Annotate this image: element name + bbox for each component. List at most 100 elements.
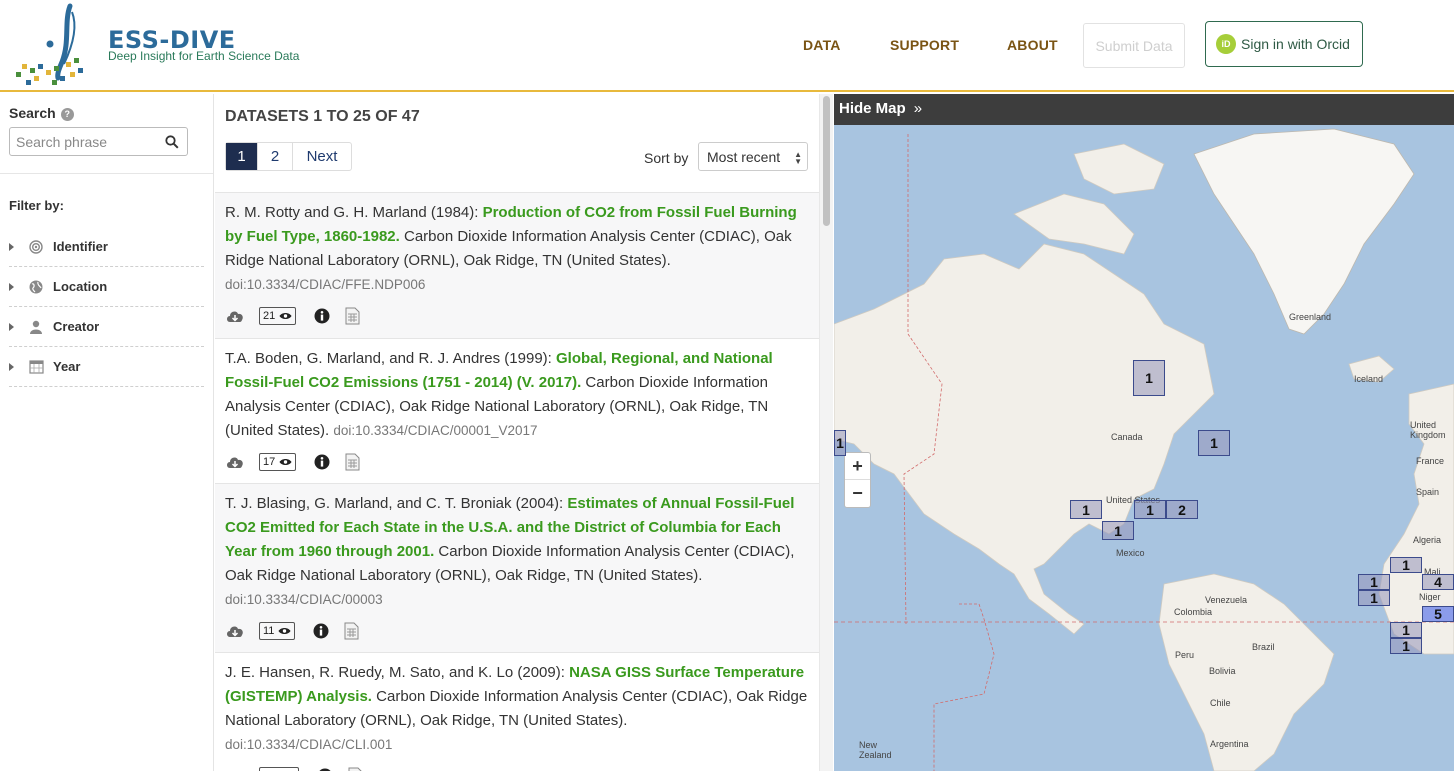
pagination: 1 2 Next xyxy=(225,142,352,171)
search-input[interactable] xyxy=(10,129,160,154)
filter-by-label: Filter by: xyxy=(9,198,64,213)
info-icon[interactable] xyxy=(314,454,330,470)
views-counter: 21 xyxy=(259,307,297,325)
metadata-document-icon[interactable] xyxy=(345,453,360,471)
map-cluster-marker[interactable]: 1 xyxy=(1358,590,1390,606)
sign-in-orcid-button[interactable]: iD Sign in with Orcid xyxy=(1205,21,1363,67)
metadata-document-icon[interactable] xyxy=(345,307,360,325)
map-panel[interactable]: Hide Map » + − Greenland Iceland Canada U… xyxy=(834,94,1454,771)
sort-value: Most recent xyxy=(707,148,781,165)
views-counter: 11 xyxy=(259,622,296,640)
nav-data-link[interactable]: DATA xyxy=(803,37,841,53)
logo-mark-icon xyxy=(16,3,83,85)
map-cluster-marker[interactable]: 1 xyxy=(834,430,846,456)
citation: R. M. Rotty and G. H. Marland (1984): Pr… xyxy=(225,201,809,297)
citation: J. E. Hansen, R. Ruedy, M. Sato, and K. … xyxy=(225,661,809,757)
cloud-download-icon[interactable] xyxy=(225,454,245,470)
map-cluster-marker[interactable]: 1 xyxy=(1133,360,1165,396)
caret-right-icon xyxy=(9,282,14,291)
sort-select[interactable]: Most recent ▲ ▼ xyxy=(698,142,808,171)
map-label-new-zealand: New Zealand xyxy=(859,740,892,760)
map-cluster-marker[interactable]: 2 xyxy=(1166,500,1198,519)
page-1-button[interactable]: 1 xyxy=(226,143,258,170)
filter-year[interactable]: Year xyxy=(9,347,204,387)
doi: doi:10.3334/CDIAC/CLI.001 xyxy=(225,737,393,752)
help-icon[interactable]: ? xyxy=(60,108,74,121)
doi: doi:10.3334/CDIAC/FFE.NDP006 xyxy=(225,277,426,292)
calendar-icon xyxy=(28,359,44,375)
nav-about-link[interactable]: ABOUT xyxy=(1007,37,1058,53)
map-label-mexico: Mexico xyxy=(1116,548,1145,558)
map-label-spain: Spain xyxy=(1416,487,1440,497)
search-icon[interactable] xyxy=(160,130,184,154)
eye-icon xyxy=(279,459,292,465)
dataset-record: J. E. Hansen, R. Ruedy, M. Sato, and K. … xyxy=(215,652,819,771)
map-label-argentina: Argentina xyxy=(1210,739,1249,749)
map-label-colombia: Colombia xyxy=(1174,607,1213,617)
doi: doi:10.3334/CDIAC/00003 xyxy=(225,592,383,607)
map-cluster-marker[interactable]: 1 xyxy=(1390,622,1422,638)
citation-authors: J. E. Hansen, R. Ruedy, M. Sato, and K. … xyxy=(225,664,570,681)
map-cluster-marker[interactable]: 1 xyxy=(1070,500,1102,519)
sort-arrows-icon: ▲ ▼ xyxy=(794,150,802,166)
hide-map-label: Hide Map xyxy=(839,100,906,117)
submit-data-button[interactable]: Submit Data xyxy=(1083,23,1185,68)
sort-label: Sort by xyxy=(644,150,689,166)
nav-support-link[interactable]: SUPPORT xyxy=(890,37,959,53)
map-label-niger: Niger xyxy=(1419,592,1441,602)
map-label-united-kingdom: United Kingdom xyxy=(1410,420,1446,440)
results-scrollbar[interactable] xyxy=(819,94,833,771)
map-cluster-marker[interactable]: 4 xyxy=(1422,574,1454,590)
filter-identifier[interactable]: Identifier xyxy=(9,227,204,267)
zoom-out-button[interactable]: − xyxy=(845,480,870,507)
filter-sidebar: Search? Filter by: Identifier Location C… xyxy=(0,94,214,771)
info-icon[interactable] xyxy=(313,623,329,639)
metadata-document-icon[interactable] xyxy=(348,767,363,771)
info-icon[interactable] xyxy=(314,308,330,324)
map-cluster-marker[interactable]: 1 xyxy=(1390,557,1422,573)
map-label-chile: Chile xyxy=(1210,698,1231,708)
map-cluster-marker[interactable]: 1 xyxy=(1102,521,1134,540)
cloud-download-icon[interactable] xyxy=(225,308,245,324)
map-label-algeria: Algeria xyxy=(1413,535,1442,545)
caret-right-icon xyxy=(9,322,14,331)
user-icon xyxy=(28,319,44,335)
hide-map-toggle[interactable]: Hide Map » xyxy=(834,94,1454,125)
map-cluster-marker[interactable]: 1 xyxy=(1390,638,1422,654)
results-heading: DATASETS 1 TO 25 OF 47 xyxy=(225,108,420,125)
filter-location[interactable]: Location xyxy=(9,267,204,307)
map-canvas xyxy=(834,128,1454,771)
site-header: ESS-DIVE Deep Insight for Earth Science … xyxy=(0,0,1454,92)
search-label: Search xyxy=(9,105,56,121)
search-box xyxy=(9,127,188,156)
caret-right-icon xyxy=(9,242,14,251)
logo-subtitle: Deep Insight for Earth Science Data xyxy=(108,49,300,63)
map-cluster-marker[interactable]: 1 xyxy=(1198,430,1230,456)
eye-icon xyxy=(278,628,291,634)
map-cluster-marker[interactable]: 1 xyxy=(1358,574,1390,590)
views-counter xyxy=(259,767,299,771)
views-count: 11 xyxy=(263,625,275,637)
filter-identifier-label: Identifier xyxy=(53,239,108,254)
double-chevron-right-icon: » xyxy=(913,100,923,117)
zoom-in-button[interactable]: + xyxy=(845,453,870,480)
citation: T. J. Blasing, G. Marland, and C. T. Bro… xyxy=(225,492,809,612)
metadata-document-icon[interactable] xyxy=(344,622,359,640)
cloud-download-icon[interactable] xyxy=(225,623,245,639)
map-label-brazil: Brazil xyxy=(1252,642,1275,652)
citation: T.A. Boden, G. Marland, and R. J. Andres… xyxy=(225,347,809,443)
filter-creator[interactable]: Creator xyxy=(9,307,204,347)
scrollbar-thumb[interactable] xyxy=(823,96,830,226)
map-cluster-marker[interactable]: 5 xyxy=(1422,606,1454,622)
record-actions: 11 xyxy=(225,622,359,640)
caret-right-icon xyxy=(9,362,14,371)
page-2-button[interactable]: 2 xyxy=(258,143,293,170)
next-page-button[interactable]: Next xyxy=(293,143,351,170)
map-zoom-control: + − xyxy=(844,452,871,508)
map-cluster-marker[interactable]: 1 xyxy=(1134,500,1166,519)
filter-location-label: Location xyxy=(53,279,108,294)
dataset-record: T. J. Blasing, G. Marland, and C. T. Bro… xyxy=(215,483,819,652)
target-icon xyxy=(28,239,44,255)
ess-dive-logo[interactable]: ESS-DIVE Deep Insight for Earth Science … xyxy=(12,2,302,88)
record-actions: 21 xyxy=(225,307,360,325)
